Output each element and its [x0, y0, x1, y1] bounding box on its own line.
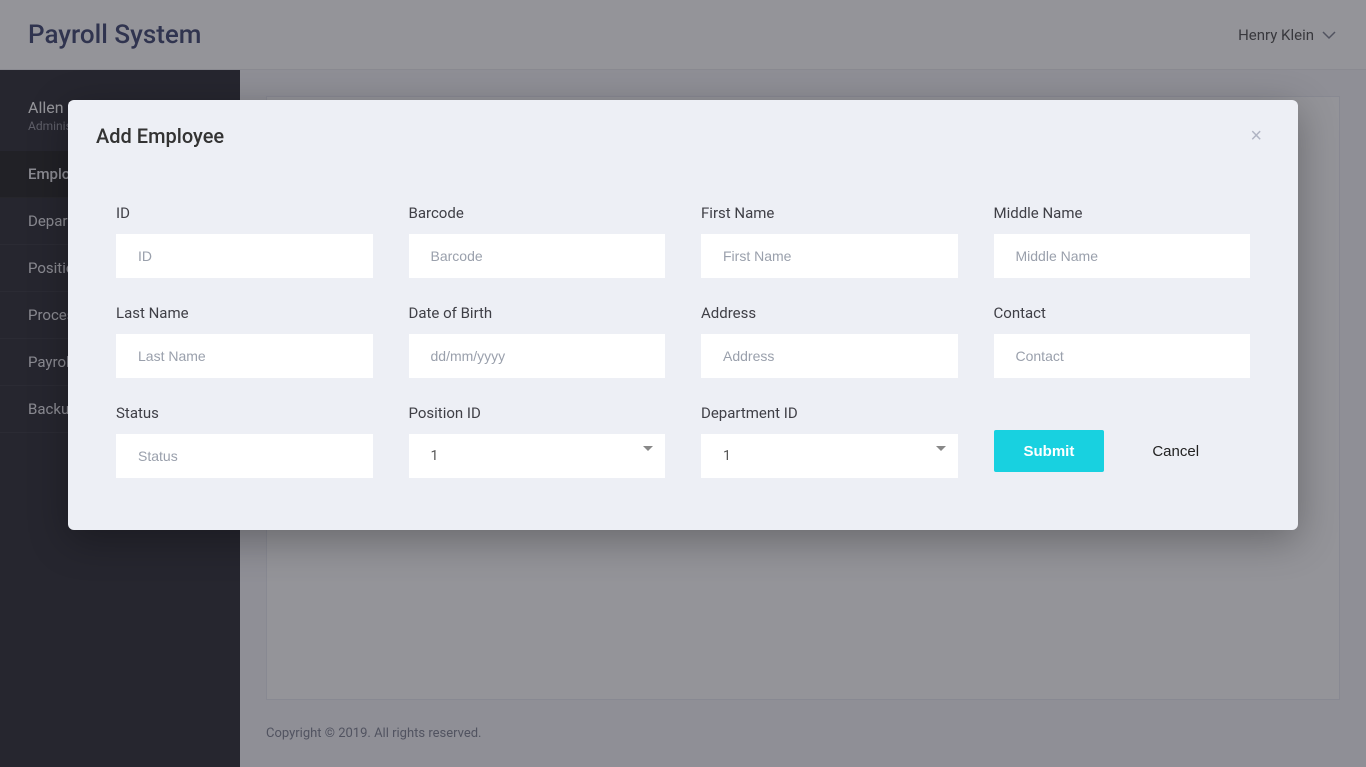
field-middle-name: Middle Name — [994, 204, 1251, 278]
label-dob: Date of Birth — [409, 304, 666, 322]
input-dob[interactable] — [409, 334, 666, 378]
field-department-id: Department ID 1 — [701, 404, 958, 478]
label-middle-name: Middle Name — [994, 204, 1251, 222]
modal-overlay[interactable]: Add Employee × ID Barcode First Name Mid — [0, 0, 1366, 767]
label-address: Address — [701, 304, 958, 322]
field-first-name: First Name — [701, 204, 958, 278]
submit-button-label: Submit — [1024, 443, 1075, 460]
input-contact[interactable] — [994, 334, 1251, 378]
label-barcode: Barcode — [409, 204, 666, 222]
modal-body: ID Barcode First Name Middle Name Last N… — [68, 164, 1298, 530]
label-first-name: First Name — [701, 204, 958, 222]
cancel-button[interactable]: Cancel — [1152, 443, 1199, 460]
close-icon: × — [1250, 125, 1262, 147]
field-status: Status — [116, 404, 373, 478]
add-employee-modal: Add Employee × ID Barcode First Name Mid — [68, 100, 1298, 530]
input-first-name[interactable] — [701, 234, 958, 278]
select-position-id[interactable]: 1 — [409, 434, 666, 478]
modal-title: Add Employee — [96, 124, 224, 148]
field-address: Address — [701, 304, 958, 378]
submit-button[interactable]: Submit — [994, 430, 1105, 472]
field-position-id: Position ID 1 — [409, 404, 666, 478]
label-id: ID — [116, 204, 373, 222]
input-barcode[interactable] — [409, 234, 666, 278]
field-id: ID — [116, 204, 373, 278]
field-last-name: Last Name — [116, 304, 373, 378]
field-actions: Submit Cancel — [994, 404, 1251, 478]
modal-header: Add Employee × — [68, 100, 1298, 164]
select-position-id-value: 1 — [409, 448, 461, 464]
field-barcode: Barcode — [409, 204, 666, 278]
cancel-button-label: Cancel — [1152, 443, 1199, 460]
label-status: Status — [116, 404, 373, 422]
input-last-name[interactable] — [116, 334, 373, 378]
label-department-id: Department ID — [701, 404, 958, 422]
caret-down-icon — [936, 444, 946, 454]
close-button[interactable]: × — [1242, 122, 1270, 150]
input-id[interactable] — [116, 234, 373, 278]
form-grid: ID Barcode First Name Middle Name Last N… — [116, 204, 1250, 478]
input-address[interactable] — [701, 334, 958, 378]
action-row: Submit Cancel — [994, 404, 1251, 472]
input-middle-name[interactable] — [994, 234, 1251, 278]
field-contact: Contact — [994, 304, 1251, 378]
label-position-id: Position ID — [409, 404, 666, 422]
label-last-name: Last Name — [116, 304, 373, 322]
caret-down-icon — [643, 444, 653, 454]
input-status[interactable] — [116, 434, 373, 478]
field-dob: Date of Birth — [409, 304, 666, 378]
select-department-id-value: 1 — [701, 448, 753, 464]
label-contact: Contact — [994, 304, 1251, 322]
select-department-id[interactable]: 1 — [701, 434, 958, 478]
